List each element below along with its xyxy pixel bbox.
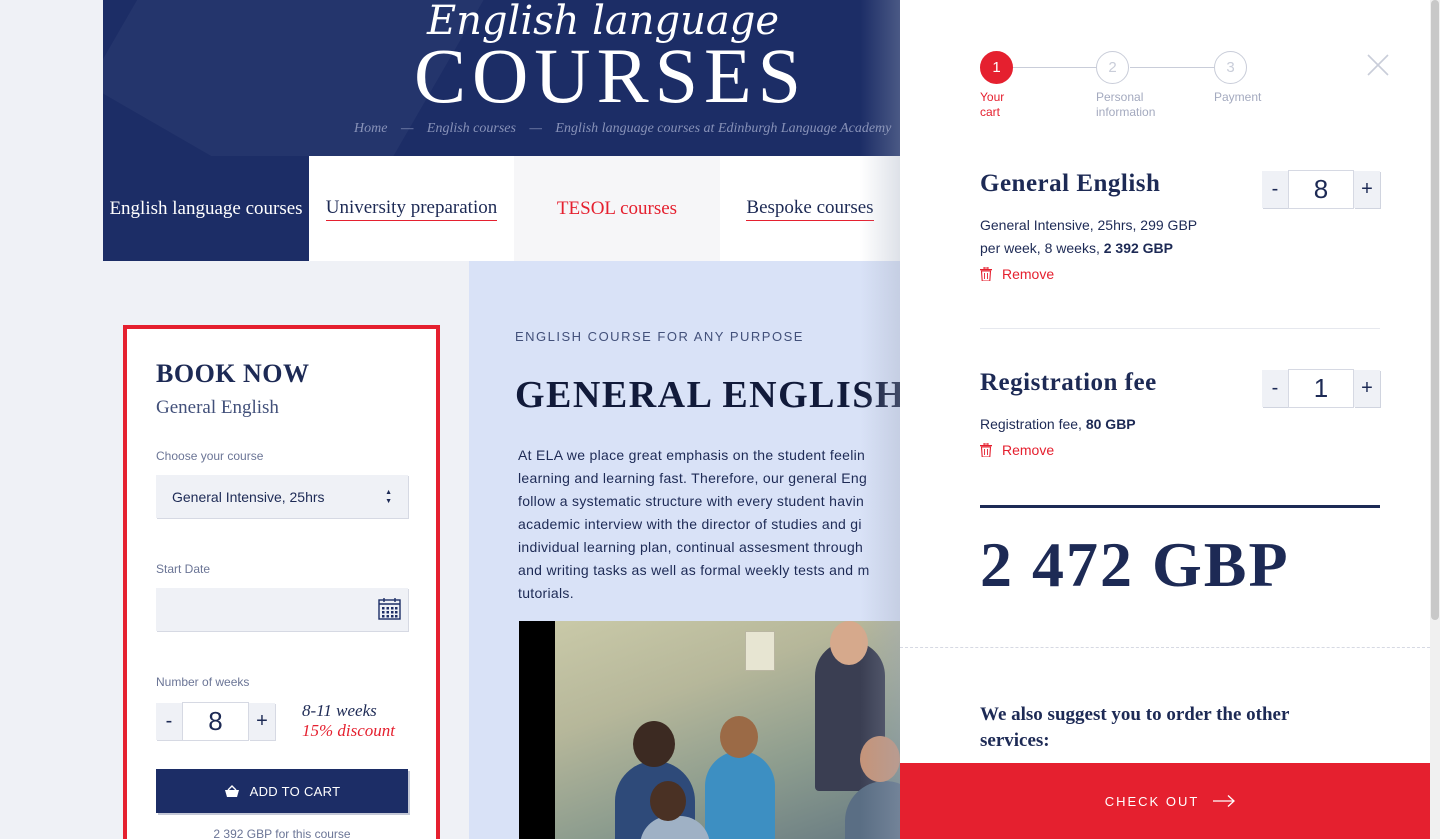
weeks-value[interactable]: 8 — [182, 701, 249, 741]
tab-label: TESOL courses — [556, 197, 678, 219]
breadcrumb-home[interactable]: Home — [354, 121, 387, 136]
video-person — [705, 751, 775, 839]
video-person-head — [650, 781, 686, 821]
checkout-button[interactable]: CHECK OUT — [900, 763, 1440, 839]
item-divider — [980, 328, 1380, 329]
video-frame — [555, 621, 900, 839]
video-poster-sign — [745, 631, 775, 671]
remove-button[interactable]: Remove — [980, 442, 1380, 458]
step-payment[interactable]: 3 Payment — [1214, 51, 1324, 105]
cart-panel: 1 Your cart 2 Personal information 3 Pay… — [900, 0, 1440, 839]
step-personal-information[interactable]: 2 Personal information — [1096, 51, 1206, 120]
quantity-stepper: - 8 + — [1262, 170, 1380, 209]
step-number: 2 — [1096, 51, 1129, 84]
course-video[interactable] — [519, 621, 900, 839]
tab-label: English language courses — [109, 197, 303, 219]
course-tabs: English language courses University prep… — [103, 156, 900, 261]
breadcrumb-english-courses[interactable]: English courses — [427, 121, 516, 136]
video-person-head — [830, 621, 868, 665]
checkout-label: CHECK OUT — [1104, 793, 1200, 809]
cart-item-description: General Intensive, 25hrs, 299 GBP per we… — [980, 214, 1210, 260]
weeks-decrement-button[interactable]: - — [156, 702, 182, 740]
tab-english-language-courses[interactable]: English language courses — [103, 156, 309, 261]
quantity-decrement-button[interactable]: - — [1262, 171, 1288, 208]
add-to-cart-button[interactable]: ADD TO CART — [156, 769, 408, 813]
course-select[interactable]: General Intensive, 25hrs ▲ ▼ — [156, 475, 408, 518]
checkout-steps: 1 Your cart 2 Personal information 3 Pay… — [980, 51, 1280, 121]
tab-bespoke-courses[interactable]: Bespoke courses — [720, 156, 900, 261]
book-now-title: BOOK NOW — [156, 359, 310, 388]
cart-item: General English General Intensive, 25hrs… — [980, 170, 1380, 282]
start-date-input[interactable] — [156, 588, 408, 631]
weeks-increment-button[interactable]: + — [249, 702, 275, 740]
weeks-stepper: - 8 + — [156, 701, 275, 741]
remove-label: Remove — [1002, 442, 1055, 458]
breadcrumb-separator: — — [400, 121, 414, 136]
trash-icon — [980, 443, 992, 457]
course-select-value: General Intensive, 25hrs — [172, 488, 325, 505]
breadcrumb-separator: — — [529, 121, 542, 136]
discount-note: 8-11 weeks 15% discount — [302, 701, 395, 741]
video-person-head — [633, 721, 675, 767]
video-person-head — [720, 716, 758, 758]
content-title: GENERAL ENGLISH — [515, 374, 900, 416]
suggest-heading: We also suggest you to order the other s… — [980, 704, 1290, 751]
total-divider — [980, 505, 1380, 508]
hero-title: COURSES — [413, 32, 808, 119]
remove-button[interactable]: Remove — [980, 266, 1380, 282]
select-arrows-icon: ▲ ▼ — [385, 488, 392, 505]
hero-banner: English language COURSES Home — English … — [103, 0, 900, 156]
tab-label: University preparation — [325, 197, 498, 221]
step-label: Payment — [1214, 90, 1262, 104]
video-person-head — [860, 736, 900, 782]
course-select-label: Choose your course — [156, 449, 264, 463]
arrow-right-icon — [1213, 795, 1236, 807]
step-label: Your cart — [980, 90, 1005, 119]
discount-weeks: 8-11 weeks — [302, 701, 377, 720]
remove-label: Remove — [1002, 266, 1055, 282]
cart-total: 2 472 GBP — [980, 529, 1290, 600]
step-number: 3 — [1214, 51, 1247, 84]
add-to-cart-label: ADD TO CART — [249, 783, 341, 799]
weeks-row: - 8 + 8-11 weeks 15% discount — [156, 701, 407, 741]
start-date-label: Start Date — [156, 562, 211, 576]
tab-tesol-courses[interactable]: TESOL courses — [514, 156, 720, 261]
dashed-divider — [900, 647, 1430, 648]
cart-item-total: 2 392 GBP — [1103, 240, 1173, 256]
breadcrumb-current: English language courses at Edinburgh La… — [555, 121, 892, 136]
quantity-value[interactable]: 8 — [1288, 170, 1354, 209]
quantity-stepper: - 1 + — [1262, 369, 1380, 408]
quantity-decrement-button[interactable]: - — [1262, 370, 1288, 407]
cart-item-desc-text: Registration fee, — [980, 416, 1086, 432]
cart-item: Registration fee Registration fee, 80 GB… — [980, 369, 1380, 458]
quantity-increment-button[interactable]: + — [1354, 370, 1380, 407]
content-body: At ELA we place great emphasis on the st… — [518, 447, 870, 601]
basket-icon — [224, 784, 239, 797]
discount-percent: 15% discount — [302, 721, 396, 740]
calendar-icon[interactable] — [378, 597, 401, 620]
trash-icon — [980, 267, 992, 281]
quantity-value[interactable]: 1 — [1288, 369, 1354, 408]
course-price-note: 2 392 GBP for this course — [213, 827, 351, 839]
step-your-cart[interactable]: 1 Your cart — [980, 51, 1090, 120]
quantity-increment-button[interactable]: + — [1354, 171, 1380, 208]
cart-item-total: 80 GBP — [1085, 416, 1136, 432]
panel-scrollbar-thumb[interactable] — [1431, 0, 1439, 620]
tab-label: Bespoke courses — [746, 197, 874, 221]
close-icon[interactable] — [1367, 54, 1389, 76]
step-number: 1 — [980, 51, 1013, 84]
book-now-card: BOOK NOW General English Choose your cou… — [123, 325, 440, 839]
weeks-label: Number of weeks — [156, 675, 250, 689]
tab-university-preparation[interactable]: University preparation — [309, 156, 514, 261]
step-label: Personal information — [1096, 90, 1156, 119]
book-course-name: General English — [156, 397, 279, 418]
breadcrumb: Home — English courses — English languag… — [354, 121, 891, 137]
cart-item-description: Registration fee, 80 GBP — [980, 413, 1210, 436]
course-content: ENGLISH COURSE FOR ANY PURPOSE GENERAL E… — [469, 261, 900, 839]
content-eyebrow: ENGLISH COURSE FOR ANY PURPOSE — [515, 329, 804, 344]
